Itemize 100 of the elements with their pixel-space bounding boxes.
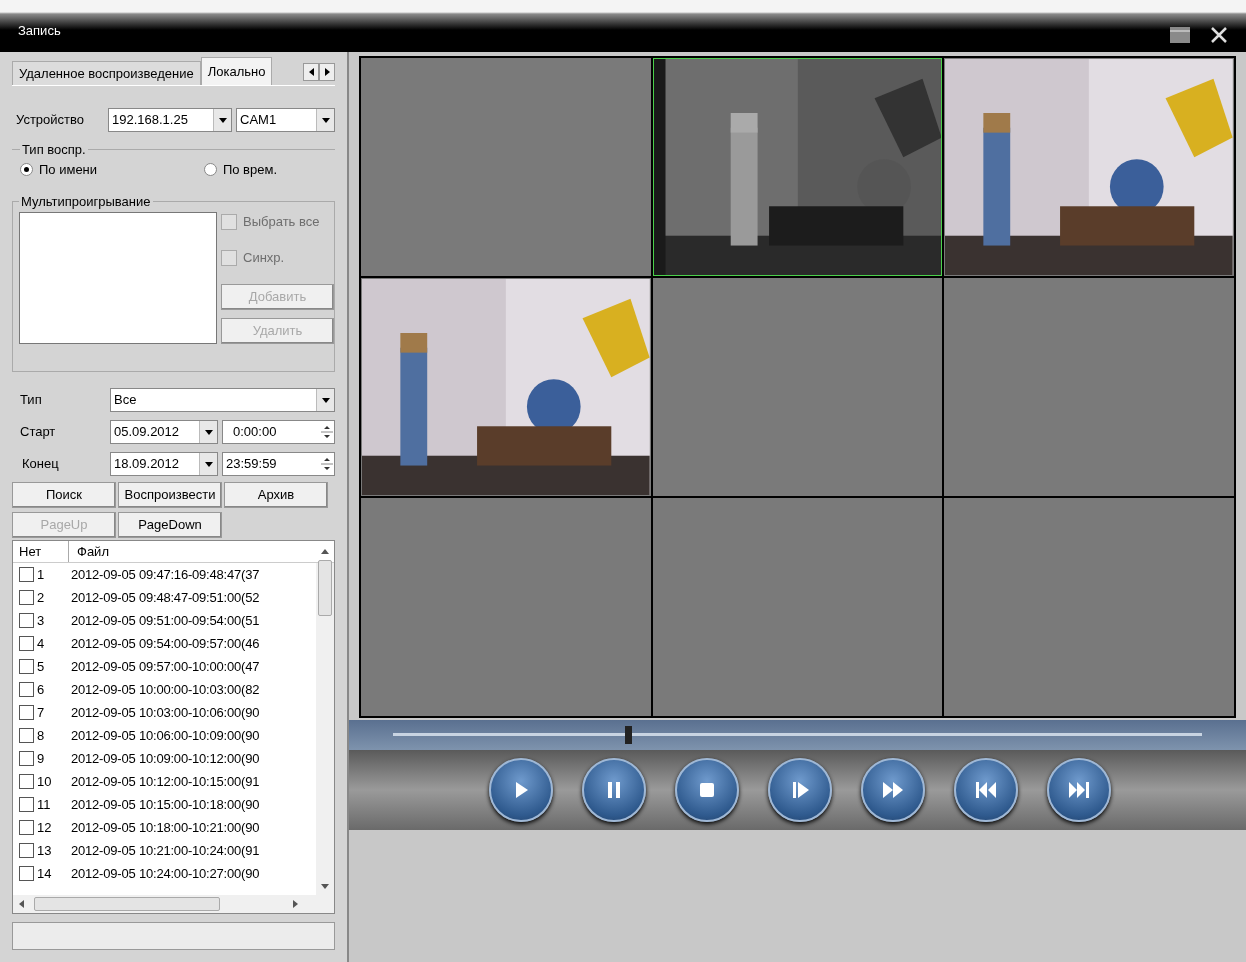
date-picker[interactable]: 18.09.2012 xyxy=(110,452,218,476)
file-name: 2012-09-05 09:57:00-10:00:00(47 xyxy=(71,657,260,676)
playback-button[interactable] xyxy=(489,758,553,822)
radio-option[interactable]: По врем. xyxy=(203,159,277,179)
row-checkbox[interactable] xyxy=(19,728,34,743)
radio-option[interactable]: По имени xyxy=(20,159,98,179)
file-name: 2012-09-05 09:54:00-09:57:00(46 xyxy=(71,634,260,653)
dropdown-button[interactable] xyxy=(213,109,231,131)
time-value: 23:59:59 xyxy=(225,455,278,474)
dropdown-button[interactable] xyxy=(316,109,334,131)
file-row[interactable]: 2 2012-09-05 09:48:47-09:51:00(52 xyxy=(13,586,316,609)
right-arrow-icon xyxy=(324,68,330,76)
tab-scroll-right-button[interactable] xyxy=(319,63,335,81)
row-number: 8 xyxy=(37,726,46,745)
multiplay-list[interactable] xyxy=(19,211,217,344)
playback-button[interactable] xyxy=(768,758,832,822)
horizontal-scrollbar[interactable] xyxy=(13,895,334,913)
date-label: Старт xyxy=(20,423,57,442)
button[interactable]: Архив xyxy=(224,482,328,508)
close-icon[interactable] xyxy=(1210,26,1228,44)
file-row[interactable]: 4 2012-09-05 09:54:00-09:57:00(46 xyxy=(13,632,316,655)
file-name: 2012-09-05 10:15:00-10:18:00(90 xyxy=(71,795,260,814)
file-row[interactable]: 3 2012-09-05 09:51:00-09:54:00(51 xyxy=(13,609,316,632)
row-number: 12 xyxy=(37,818,53,837)
time-field[interactable]: 23:59:59 xyxy=(222,452,335,476)
channel-dropdown[interactable]: CAM1 xyxy=(236,108,335,132)
date-value: 18.09.2012 xyxy=(113,455,181,474)
row-checkbox[interactable] xyxy=(19,820,34,835)
row-checkbox[interactable] xyxy=(19,797,34,812)
scroll-thumb[interactable] xyxy=(34,897,220,911)
file-row[interactable]: 9 2012-09-05 10:09:00-10:12:00(90 xyxy=(13,747,316,770)
playback-button[interactable] xyxy=(954,758,1018,822)
video-cell[interactable] xyxy=(361,498,651,716)
scroll-right-icon xyxy=(293,900,298,908)
timeline-thumb[interactable] xyxy=(624,726,632,744)
time-field[interactable]: 0:00:00 xyxy=(222,420,335,444)
video-cell[interactable] xyxy=(652,498,943,716)
row-number: 5 xyxy=(37,657,46,676)
video-cell[interactable] xyxy=(944,278,1234,496)
file-row[interactable]: 14 2012-09-05 10:24:00-10:27:00(90 xyxy=(13,862,316,885)
dropdown-value: CAM1 xyxy=(239,111,278,130)
type-dropdown[interactable]: Все xyxy=(110,388,335,412)
scroll-down-icon xyxy=(321,884,329,889)
dropdown-button[interactable] xyxy=(316,389,334,411)
row-checkbox[interactable] xyxy=(19,751,34,766)
row-checkbox[interactable] xyxy=(19,567,34,582)
device-dropdown[interactable]: 192.168.1.25 xyxy=(108,108,232,132)
row-checkbox[interactable] xyxy=(19,774,34,789)
row-checkbox[interactable] xyxy=(19,613,34,628)
dropdown-arrow-icon xyxy=(204,461,213,467)
playback-button[interactable] xyxy=(582,758,646,822)
row-checkbox[interactable] xyxy=(19,590,34,605)
row-checkbox[interactable] xyxy=(19,866,34,881)
video-cell[interactable] xyxy=(361,58,651,276)
button[interactable]: Поиск xyxy=(12,482,116,508)
file-row[interactable]: 11 2012-09-05 10:15:00-10:18:00(90 xyxy=(13,793,316,816)
file-row[interactable]: 7 2012-09-05 10:03:00-10:06:00(90 xyxy=(13,701,316,724)
date-picker[interactable]: 05.09.2012 xyxy=(110,420,218,444)
video-cell[interactable] xyxy=(652,278,943,496)
row-number: 3 xyxy=(37,611,46,630)
file-row[interactable]: 13 2012-09-05 10:21:00-10:24:00(91 xyxy=(13,839,316,862)
radio-button[interactable] xyxy=(20,162,33,176)
row-checkbox[interactable] xyxy=(19,636,34,651)
row-number: 11 xyxy=(37,795,52,814)
row-checkbox[interactable] xyxy=(19,843,34,858)
group-title: Тип воспр. xyxy=(21,141,87,159)
button[interactable]: Воспроизвести xyxy=(118,482,222,508)
file-name: 2012-09-05 10:21:00-10:24:00(91 xyxy=(71,841,260,860)
row-checkbox[interactable] xyxy=(19,705,34,720)
file-row[interactable]: 6 2012-09-05 10:00:00-10:03:00(82 xyxy=(13,678,316,701)
row-number: 2 xyxy=(37,588,46,607)
dropdown-arrow-icon xyxy=(218,117,227,123)
tab[interactable]: Удаленное воспроизведение xyxy=(12,61,201,85)
column-header[interactable]: Нет xyxy=(13,541,69,562)
dropdown-arrow-icon xyxy=(204,429,213,435)
file-row[interactable]: 1 2012-09-05 09:47:16-09:48:47(37 xyxy=(13,563,316,586)
file-name: 2012-09-05 09:48:47-09:51:00(52 xyxy=(71,588,260,607)
video-cell[interactable] xyxy=(944,498,1234,716)
row-checkbox[interactable] xyxy=(19,682,34,697)
playback-button[interactable] xyxy=(861,758,925,822)
tab[interactable]: Локально xyxy=(200,57,273,85)
button[interactable]: PageDown xyxy=(118,512,222,538)
column-header[interactable]: Файл xyxy=(69,541,316,562)
file-row[interactable]: 10 2012-09-05 10:12:00-10:15:00(91 xyxy=(13,770,316,793)
tab-scroll-left-button[interactable] xyxy=(303,63,319,81)
dropdown-button[interactable] xyxy=(199,421,217,443)
file-row[interactable]: 12 2012-09-05 10:18:00-10:21:00(90 xyxy=(13,816,316,839)
file-row[interactable]: 5 2012-09-05 09:57:00-10:00:00(47 xyxy=(13,655,316,678)
row-checkbox[interactable] xyxy=(19,659,34,674)
scroll-left-icon xyxy=(19,900,24,908)
playback-button[interactable] xyxy=(1047,758,1111,822)
radio-button[interactable] xyxy=(203,162,217,176)
window-title: Запись xyxy=(18,21,61,40)
scroll-thumb[interactable] xyxy=(318,560,332,616)
dropdown-button[interactable] xyxy=(199,453,217,475)
file-row[interactable]: 8 2012-09-05 10:06:00-10:09:00(90 xyxy=(13,724,316,747)
dropdown-arrow-icon xyxy=(321,397,330,403)
playback-button[interactable] xyxy=(675,758,739,822)
left-arrow-icon xyxy=(308,68,314,76)
date-value: 05.09.2012 xyxy=(113,423,181,442)
